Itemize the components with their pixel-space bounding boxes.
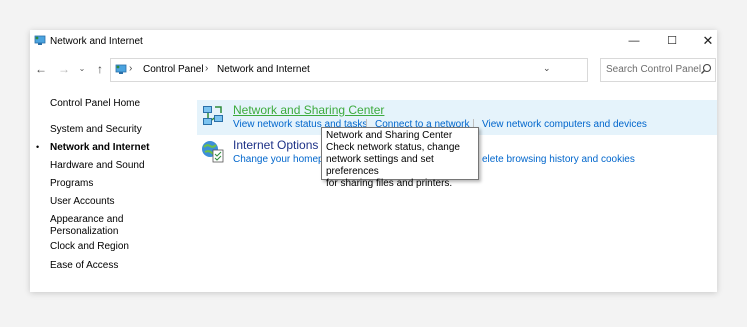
address-bar[interactable]: › Control Panel › Network and Internet ⌄… bbox=[110, 58, 662, 82]
sidebar-item-user-accounts[interactable]: User Accounts bbox=[50, 196, 114, 208]
sidebar-item-clock-and-region[interactable]: Clock and Region bbox=[50, 241, 129, 253]
control-panel-window: Network and Internet — ☐ ✕ ← → ⌄ ↑ › Con… bbox=[30, 30, 717, 292]
search-icon[interactable] bbox=[700, 63, 712, 75]
network-and-sharing-center-title[interactable]: Network and Sharing Center bbox=[233, 103, 384, 117]
breadcrumb-control-panel[interactable]: Control Panel bbox=[143, 64, 204, 75]
tooltip-line: network settings and set preferences bbox=[326, 154, 434, 177]
sidebar-item-system-and-security[interactable]: System and Security bbox=[50, 124, 142, 136]
chevron-down-icon[interactable]: ⌄ bbox=[543, 63, 551, 74]
delete-browsing-history-link[interactable]: elete browsing history and cookies bbox=[482, 154, 635, 165]
breadcrumb-separator[interactable]: › bbox=[129, 63, 132, 74]
internet-options-title[interactable]: Internet Options bbox=[233, 138, 318, 152]
sidebar-item-control-panel-home[interactable]: Control Panel Home bbox=[50, 98, 140, 110]
change-homepage-link[interactable]: Change your homepa bbox=[233, 154, 329, 165]
sidebar-item-hardware-and-sound[interactable]: Hardware and Sound bbox=[50, 160, 145, 172]
search-placeholder: Search Control Panel bbox=[606, 64, 702, 75]
navigation-bar: ← → ⌄ ↑ › Control Panel › Network and In… bbox=[30, 58, 717, 82]
minimize-button[interactable]: — bbox=[617, 32, 651, 50]
sidebar-item-network-and-internet: Network and Internet bbox=[50, 142, 150, 153]
control-panel-icon bbox=[34, 35, 46, 45]
control-panel-icon bbox=[115, 64, 127, 74]
maximize-button[interactable]: ☐ bbox=[655, 32, 689, 50]
breadcrumb-network-and-internet[interactable]: Network and Internet bbox=[217, 64, 310, 75]
sidebar-item-appearance-and-personalization[interactable]: Appearance and Personalization bbox=[50, 214, 130, 238]
tooltip: Network and Sharing Center Check network… bbox=[321, 127, 479, 189]
internet-options-icon[interactable] bbox=[201, 139, 225, 163]
tooltip-line: Check network status, change bbox=[326, 142, 460, 153]
forward-button[interactable]: → bbox=[56, 61, 72, 77]
view-network-computers-link[interactable]: View network computers and devices bbox=[482, 119, 647, 130]
sidebar-item-ease-of-access[interactable]: Ease of Access bbox=[50, 260, 118, 272]
up-button[interactable]: ↑ bbox=[92, 61, 108, 77]
close-button[interactable]: ✕ bbox=[691, 32, 725, 50]
network-sharing-icon[interactable] bbox=[201, 104, 225, 128]
search-input[interactable]: Search Control Panel bbox=[600, 58, 716, 82]
tooltip-title: Network and Sharing Center bbox=[326, 130, 453, 141]
sidebar-item-programs[interactable]: Programs bbox=[50, 178, 93, 190]
back-button[interactable]: ← bbox=[33, 61, 49, 77]
breadcrumb-separator[interactable]: › bbox=[205, 63, 208, 74]
active-bullet: • bbox=[36, 142, 40, 152]
window-title: Network and Internet bbox=[50, 36, 143, 47]
tooltip-line: for sharing files and printers. bbox=[326, 178, 453, 189]
title-bar: Network and Internet — ☐ ✕ bbox=[30, 30, 717, 52]
recent-locations-button[interactable]: ⌄ bbox=[74, 61, 90, 77]
